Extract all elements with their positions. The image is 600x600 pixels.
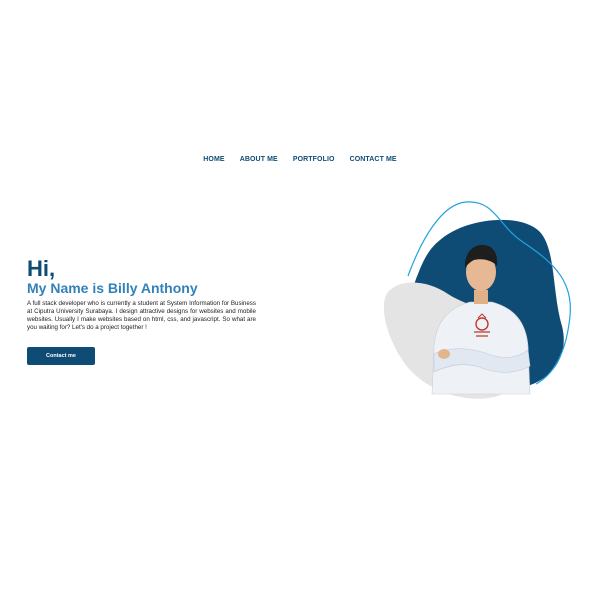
hero-description: A full stack developer who is currently … <box>27 300 256 331</box>
hero-illustration <box>383 201 571 399</box>
person-neck <box>474 290 488 304</box>
person-torso <box>431 301 531 395</box>
nav-link-portfolio[interactable]: PORTFOLIO <box>293 156 335 163</box>
main-navigation: HOME ABOUT ME PORTFOLIO CONTACT ME <box>0 156 600 163</box>
hero-name-heading: My Name is Billy Anthony <box>27 280 198 296</box>
person-hand <box>438 349 450 359</box>
nav-link-home[interactable]: HOME <box>203 156 224 163</box>
nav-link-about-me[interactable]: ABOUT ME <box>240 156 278 163</box>
page: HOME ABOUT ME PORTFOLIO CONTACT ME Hi, M… <box>0 0 600 600</box>
nav-link-contact-me[interactable]: CONTACT ME <box>350 156 397 163</box>
contact-me-button[interactable]: Contact me <box>27 347 95 365</box>
